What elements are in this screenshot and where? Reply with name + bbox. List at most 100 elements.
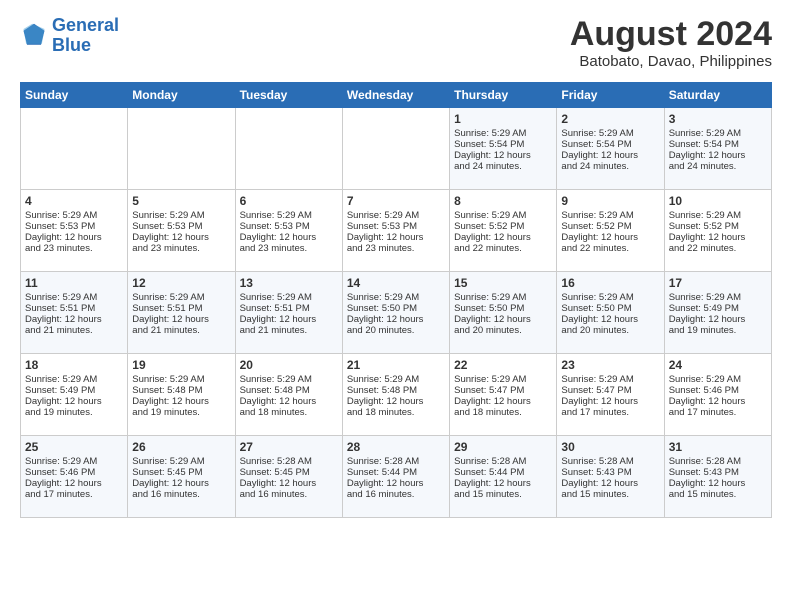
day-info: Sunrise: 5:29 AM <box>240 374 338 385</box>
day-info: and 18 minutes. <box>240 407 338 418</box>
day-info: Daylight: 12 hours <box>347 396 445 407</box>
day-cell: 21Sunrise: 5:29 AMSunset: 5:48 PMDayligh… <box>342 354 449 436</box>
header-cell-monday: Monday <box>128 83 235 108</box>
day-info: and 15 minutes. <box>561 489 659 500</box>
day-info: Sunrise: 5:29 AM <box>561 210 659 221</box>
day-number: 27 <box>240 440 338 454</box>
day-info: Daylight: 12 hours <box>240 396 338 407</box>
day-info: Sunset: 5:54 PM <box>669 139 767 150</box>
day-cell: 15Sunrise: 5:29 AMSunset: 5:50 PMDayligh… <box>450 272 557 354</box>
day-info: Daylight: 12 hours <box>454 396 552 407</box>
calendar-table: SundayMondayTuesdayWednesdayThursdayFrid… <box>20 82 772 518</box>
day-number: 31 <box>669 440 767 454</box>
day-number: 9 <box>561 194 659 208</box>
day-info: Sunrise: 5:28 AM <box>454 456 552 467</box>
day-number: 11 <box>25 276 123 290</box>
day-cell: 19Sunrise: 5:29 AMSunset: 5:48 PMDayligh… <box>128 354 235 436</box>
day-info: and 22 minutes. <box>454 243 552 254</box>
day-info: and 19 minutes. <box>132 407 230 418</box>
header-cell-wednesday: Wednesday <box>342 83 449 108</box>
day-info: Sunrise: 5:28 AM <box>347 456 445 467</box>
title-block: August 2024 Batobato, Davao, Philippines <box>570 16 772 70</box>
day-info: Sunset: 5:43 PM <box>561 467 659 478</box>
day-cell: 3 Sunrise: 5:29 AMSunset: 5:54 PMDaylight… <box>664 108 771 190</box>
day-number: 23 <box>561 358 659 372</box>
page: General Blue August 2024 Batobato, Davao… <box>0 0 792 528</box>
day-info: Sunset: 5:54 PM <box>561 139 659 150</box>
day-info: Daylight: 12 hours <box>347 478 445 489</box>
day-info: Sunset: 5:45 PM <box>240 467 338 478</box>
day-cell: 31Sunrise: 5:28 AMSunset: 5:43 PMDayligh… <box>664 436 771 518</box>
day-info: Sunset: 5:47 PM <box>454 385 552 396</box>
day-info: Daylight: 12 hours <box>454 150 552 161</box>
header-cell-saturday: Saturday <box>664 83 771 108</box>
day-info: Sunset: 5:52 PM <box>669 221 767 232</box>
day-info: Daylight: 12 hours <box>240 478 338 489</box>
day-info: Daylight: 12 hours <box>25 396 123 407</box>
week-row-2: 4Sunrise: 5:29 AMSunset: 5:53 PMDaylight… <box>21 190 772 272</box>
day-cell: 27 Sunrise: 5:28 AMSunset: 5:45 PMDayligh… <box>235 436 342 518</box>
header-cell-friday: Friday <box>557 83 664 108</box>
day-number: 14 <box>347 276 445 290</box>
day-number: 28 <box>347 440 445 454</box>
calendar-body: 1Sunrise: 5:29 AMSunset: 5:54 PMDaylight… <box>21 108 772 518</box>
day-info: Sunrise: 5:29 AM <box>240 210 338 221</box>
day-number: 4 <box>25 194 123 208</box>
day-number: 13 <box>240 276 338 290</box>
day-info: Sunset: 5:54 PM <box>454 139 552 150</box>
day-info: and 20 minutes. <box>454 325 552 336</box>
day-info: Sunset: 5:50 PM <box>454 303 552 314</box>
day-info: Daylight: 12 hours <box>669 314 767 325</box>
day-cell: 11Sunrise: 5:29 AMSunset: 5:51 PMDayligh… <box>21 272 128 354</box>
day-number: 15 <box>454 276 552 290</box>
day-info: Daylight: 12 hours <box>561 478 659 489</box>
week-row-4: 18Sunrise: 5:29 AMSunset: 5:49 PMDayligh… <box>21 354 772 436</box>
day-info: Daylight: 12 hours <box>132 232 230 243</box>
day-number: 10 <box>669 194 767 208</box>
day-info: Sunset: 5:44 PM <box>347 467 445 478</box>
day-info: Sunset: 5:51 PM <box>25 303 123 314</box>
day-number: 3 <box>669 112 767 126</box>
day-info: Daylight: 12 hours <box>669 478 767 489</box>
day-info: Sunset: 5:47 PM <box>561 385 659 396</box>
day-info: Sunrise: 5:29 AM <box>347 292 445 303</box>
day-cell: 6Sunrise: 5:29 AMSunset: 5:53 PMDaylight… <box>235 190 342 272</box>
day-cell: 17Sunrise: 5:29 AMSunset: 5:49 PMDayligh… <box>664 272 771 354</box>
day-info: Sunset: 5:49 PM <box>669 303 767 314</box>
day-info: Sunrise: 5:29 AM <box>669 128 767 139</box>
day-info: Sunset: 5:48 PM <box>132 385 230 396</box>
day-info: Sunrise: 5:29 AM <box>25 210 123 221</box>
day-info: Daylight: 12 hours <box>132 478 230 489</box>
logo-icon <box>20 22 48 50</box>
day-info: Sunset: 5:46 PM <box>669 385 767 396</box>
week-row-3: 11 Sunrise: 5:29 AM Sunset: 5:51 PM Dayligh… <box>21 272 772 354</box>
day-cell <box>128 108 235 190</box>
day-info: and 17 minutes. <box>669 407 767 418</box>
day-info: Daylight: 12 hours <box>454 478 552 489</box>
day-info: and 22 minutes. <box>669 243 767 254</box>
day-number: 25 <box>25 440 123 454</box>
day-info: Sunset: 5:43 PM <box>669 467 767 478</box>
day-info: Sunrise: 5:29 AM <box>669 374 767 385</box>
day-info: Sunset: 5:53 PM <box>25 221 123 232</box>
month-year: August 2024 <box>570 16 772 53</box>
day-info: Sunset: 5:50 PM <box>561 303 659 314</box>
day-info: Sunrise: 5:29 AM <box>25 456 123 467</box>
day-info: Daylight: 12 hours <box>669 150 767 161</box>
day-info: Sunrise: 5:29 AM <box>454 292 552 303</box>
day-info: Sunrise: 5:29 AM <box>347 210 445 221</box>
day-info: and 21 minutes. <box>240 325 338 336</box>
day-info: Sunset: 5:53 PM <box>132 221 230 232</box>
day-info: Sunrise: 5:29 AM <box>454 374 552 385</box>
day-info: Sunset: 5:46 PM <box>25 467 123 478</box>
day-cell: 28 Sunrise: 5:28 AMSunset: 5:44 PMDayligh… <box>342 436 449 518</box>
logo-line2: Blue <box>52 35 91 55</box>
day-info: Sunset: 5:53 PM <box>347 221 445 232</box>
day-info: Sunrise: 5:29 AM <box>454 210 552 221</box>
header-cell-thursday: Thursday <box>450 83 557 108</box>
day-number: 2 <box>561 112 659 126</box>
day-info: Sunrise: 5:28 AM <box>240 456 338 467</box>
day-info: Daylight: 12 hours <box>561 396 659 407</box>
day-info: Sunrise: 5:29 AM <box>132 374 230 385</box>
day-info: and 23 minutes. <box>132 243 230 254</box>
